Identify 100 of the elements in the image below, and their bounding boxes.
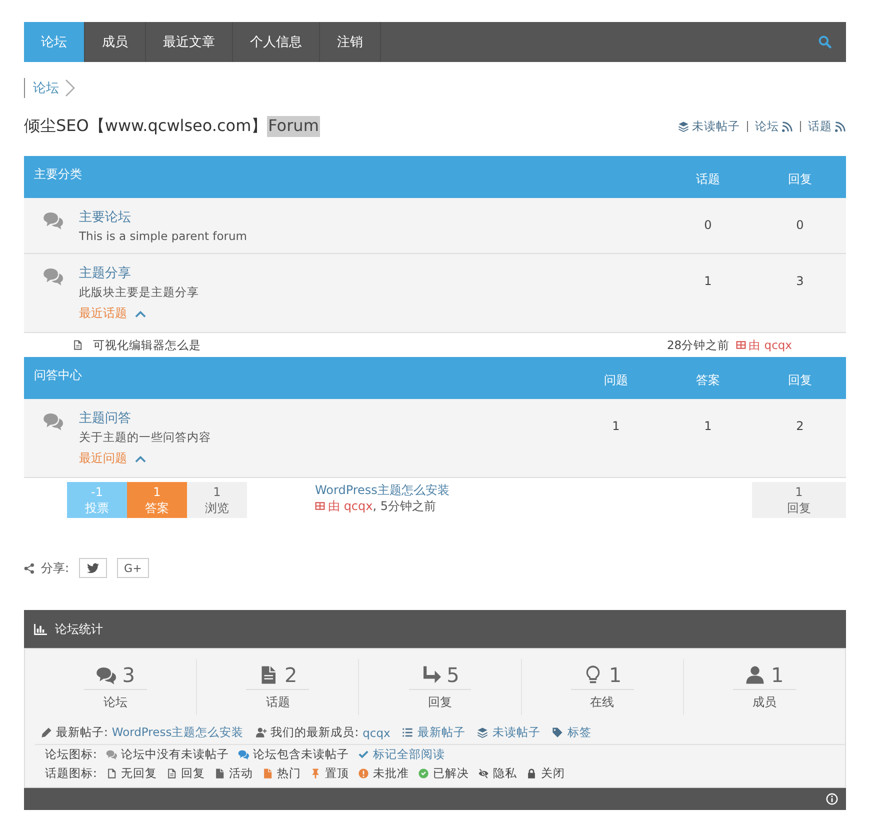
stat-label: 论坛 xyxy=(104,694,128,711)
document-icon xyxy=(72,339,83,351)
chat-icon xyxy=(42,411,64,431)
column-heading: 回复 xyxy=(787,170,813,188)
feed-link[interactable]: 论坛 xyxy=(755,118,793,134)
nav-tab[interactable]: 个人信息 xyxy=(233,22,320,62)
author-link[interactable]: 由 qcqx xyxy=(736,338,792,352)
author-link[interactable]: 由 qcqx xyxy=(315,498,373,514)
recent-toggle[interactable]: 最近问题 xyxy=(79,450,570,467)
legend-label: 话题图标: xyxy=(45,766,97,781)
stat-label: 话题 xyxy=(266,694,290,711)
highlighted-word: Forum xyxy=(267,116,320,136)
stat-value: 5 xyxy=(446,663,460,687)
info-link[interactable]: 标签 xyxy=(567,725,592,740)
column-heading: 问题 xyxy=(603,372,629,388)
info-icon[interactable] xyxy=(826,793,838,805)
alert-icon xyxy=(358,768,369,779)
info-link[interactable]: WordPress主题怎么安装 xyxy=(112,725,244,740)
mark-read-link[interactable]: 标记全部阅读 xyxy=(372,747,445,762)
info-label: 我们的最新成员: xyxy=(270,725,359,740)
views-badge: 1 浏览 xyxy=(187,482,247,518)
stat-value: 1 xyxy=(608,663,622,687)
grid-icon xyxy=(315,501,325,511)
legend-text: 活动 xyxy=(228,766,253,781)
legend-label: 论坛图标: xyxy=(45,747,97,762)
forum-link[interactable]: 主题问答 xyxy=(79,409,570,427)
breadcrumb-link[interactable]: 论坛 xyxy=(33,79,59,97)
count-cell-text: 0 xyxy=(703,218,713,232)
stat-label: 回复 xyxy=(428,694,452,711)
legend-text: 关闭 xyxy=(540,766,565,781)
forum-description: 关于主题的一些问答内容 xyxy=(79,430,212,445)
legend-text: 热门 xyxy=(276,766,301,781)
layers-icon xyxy=(678,120,689,132)
feed-link[interactable]: 话题 xyxy=(808,118,846,134)
forum-description: This is a simple parent forum xyxy=(79,229,248,243)
answers-badge: 1 答案 xyxy=(127,482,187,518)
info-link[interactable]: 未读帖子 xyxy=(492,725,540,740)
stats-title: 论坛统计 xyxy=(55,620,103,638)
forum-title: 倾尘SEO【www.qcwlseo.com】 xyxy=(24,116,268,136)
feed-link[interactable]: 未读帖子 xyxy=(678,118,740,134)
count-cell-text: 3 xyxy=(795,274,805,288)
bird-icon xyxy=(87,562,100,574)
recent-toggle[interactable]: 最近话题 xyxy=(79,305,662,322)
votes-badge: -1 投票 xyxy=(67,482,127,518)
check-icon xyxy=(358,749,369,760)
topic-time: 28分钟之前 xyxy=(666,338,730,352)
topic-link[interactable]: 可视化编辑器怎么是 xyxy=(93,338,667,352)
bar-chart-icon xyxy=(34,624,47,634)
column-heading: 答案 xyxy=(695,372,721,388)
nav-tab[interactable]: 注销 xyxy=(320,22,381,62)
document-icon xyxy=(166,768,177,779)
pin-icon xyxy=(310,768,321,779)
document-icon xyxy=(262,768,273,779)
nav-tab[interactable]: 最近文章 xyxy=(146,22,233,62)
stat-label: 在线 xyxy=(590,694,614,711)
info-label: 最新帖子: xyxy=(56,725,108,740)
reply-arrow-icon xyxy=(420,665,441,685)
legend-text: 无回复 xyxy=(120,766,157,781)
document-icon xyxy=(106,768,117,779)
chat-icon xyxy=(96,665,116,685)
question-link[interactable]: WordPress主题怎么安装 xyxy=(315,482,752,498)
chat-icon xyxy=(42,210,64,230)
chevron-right-icon xyxy=(65,79,75,97)
info-link[interactable]: qcqx xyxy=(362,726,390,740)
rss-icon xyxy=(835,120,846,132)
share-icon xyxy=(24,562,35,574)
count-cell-text: 1 xyxy=(703,274,713,288)
list-icon xyxy=(402,727,414,738)
count-cell-text: 1 xyxy=(703,419,713,433)
legend-text: 未批准 xyxy=(372,766,409,781)
category-title: 问答中心 xyxy=(34,366,83,384)
twitter-button[interactable] xyxy=(79,558,108,578)
pencil-icon xyxy=(41,727,52,738)
layers-icon xyxy=(477,727,488,738)
legend-text: 置顶 xyxy=(324,766,349,781)
share-label: 分享: xyxy=(41,560,70,576)
eye-slash-icon xyxy=(478,768,489,779)
tag-icon xyxy=(552,727,564,738)
nav-tab[interactable]: 论坛 xyxy=(24,22,85,62)
info-link[interactable]: 最新帖子 xyxy=(417,725,466,740)
user-icon xyxy=(745,665,766,685)
legend-text: 已解决 xyxy=(432,766,469,781)
forum-description: 此版块主要是主题分享 xyxy=(79,285,200,300)
stat-label: 成员 xyxy=(752,694,776,711)
count-cell-text: 2 xyxy=(795,419,805,433)
forum-link[interactable]: 主题分享 xyxy=(79,264,662,282)
category-title: 主要分类 xyxy=(34,166,83,182)
search-icon[interactable] xyxy=(818,35,832,49)
stat-value: 1 xyxy=(771,663,784,687)
column-heading: 话题 xyxy=(695,170,721,188)
rss-icon xyxy=(782,120,793,132)
legend-text: 回复 xyxy=(180,766,205,781)
google-plus-button[interactable]: G+ xyxy=(117,558,149,578)
count-cell-text: 1 xyxy=(611,419,621,433)
replies-badge: 1 回复 xyxy=(752,482,846,518)
nav-tab[interactable]: 成员 xyxy=(85,22,146,62)
document-icon xyxy=(214,768,225,779)
chat-icon xyxy=(106,749,117,760)
stat-value: 2 xyxy=(284,663,298,687)
forum-link[interactable]: 主要论坛 xyxy=(79,208,662,226)
